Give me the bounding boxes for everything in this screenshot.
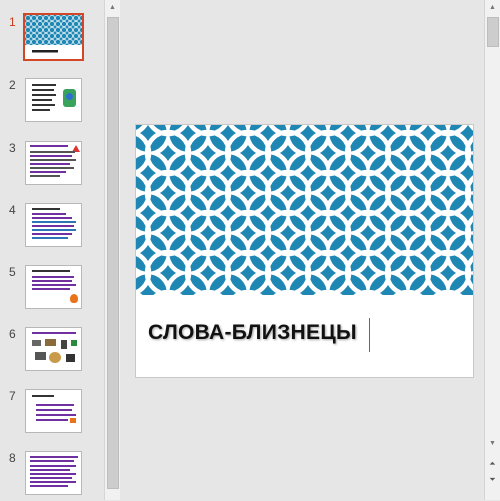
thumbnail-row-2[interactable]: 2 <box>0 78 104 128</box>
slide-number: 4 <box>9 203 16 217</box>
slide-number: 1 <box>9 15 16 29</box>
slide-thumbnail-8[interactable] <box>25 451 82 495</box>
thumbnail-row-7[interactable]: 7 <box>0 389 104 439</box>
slide-thumbnail-pane: 1 2 3 4 5 6 7 8 <box>0 0 104 500</box>
slide-thumbnail-6[interactable] <box>25 327 82 371</box>
slide-thumbnail-1[interactable] <box>23 13 84 61</box>
triangle-up-icon[interactable]: ▲ <box>105 0 120 15</box>
slide-number: 8 <box>9 451 16 465</box>
slide-number: 6 <box>9 327 16 341</box>
thumbnail-row-5[interactable]: 5 <box>0 265 104 315</box>
thumbnail-title-slide-preview <box>25 15 82 53</box>
slide-number: 5 <box>9 265 16 279</box>
thumbnail-scrollbar[interactable]: ▲ <box>104 0 120 500</box>
slide-number: 2 <box>9 78 16 92</box>
thumbnail-row-4[interactable]: 4 <box>0 203 104 253</box>
slide-thumbnail-4[interactable] <box>25 203 82 247</box>
slide-thumbnail-7[interactable] <box>25 389 82 433</box>
double-chevron-down-icon[interactable]: ⏷ <box>485 472 500 487</box>
slide-thumbnail-2[interactable] <box>25 78 82 122</box>
slide-number: 7 <box>9 389 16 403</box>
slide-editing-area: СЛОВА-БЛИЗНЕЦЫ <box>120 0 484 500</box>
thumbnail-row-3[interactable]: 3 <box>0 141 104 191</box>
triangle-down-icon[interactable]: ▼ <box>485 436 500 451</box>
slide-thumbnail-5[interactable] <box>25 265 82 309</box>
thumbnail-row-1[interactable]: 1 <box>0 13 104 65</box>
main-scrollbar[interactable]: ▲ ▼ ⏶ ⏷ <box>484 0 500 500</box>
slide-number: 3 <box>9 141 16 155</box>
double-chevron-up-icon[interactable]: ⏶ <box>485 456 500 471</box>
triangle-up-icon[interactable]: ▲ <box>485 0 500 15</box>
slide-title[interactable]: СЛОВА-БЛИЗНЕЦЫ <box>148 321 357 345</box>
thumbnail-row-6[interactable]: 6 <box>0 327 104 377</box>
text-cursor <box>369 318 370 352</box>
slide-thumbnail-3[interactable] <box>25 141 82 185</box>
thumbnail-row-8[interactable]: 8 <box>0 451 104 501</box>
thumbnail-scroll-thumb[interactable] <box>107 17 119 489</box>
main-scroll-thumb[interactable] <box>487 17 499 47</box>
circle-lattice-pattern <box>136 125 473 295</box>
current-slide[interactable]: СЛОВА-БЛИЗНЕЦЫ <box>135 124 474 378</box>
